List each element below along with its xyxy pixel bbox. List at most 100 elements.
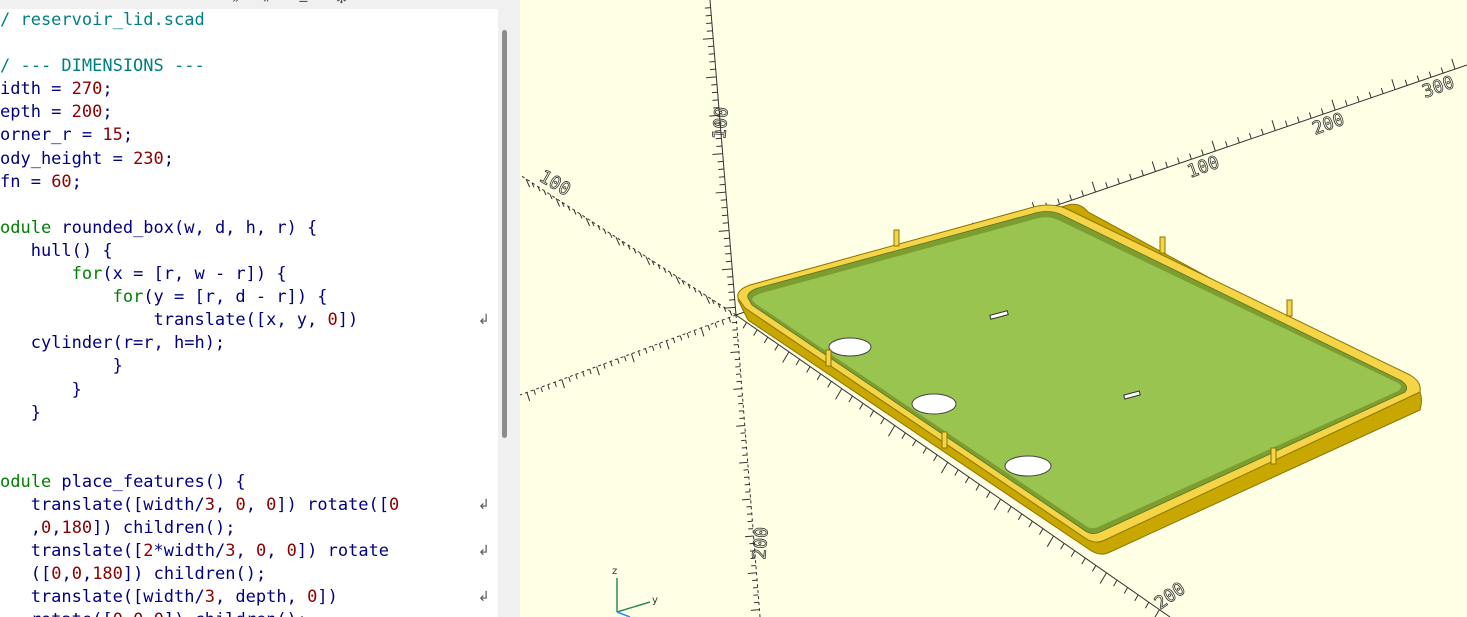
code-token: , bbox=[0, 518, 41, 539]
neg-y-axis-tick bbox=[672, 338, 676, 344]
settings-icon[interactable]: ✻ bbox=[336, 0, 347, 7]
code-token: translate([width/ bbox=[0, 587, 205, 608]
y-axis-tick bbox=[922, 447, 927, 454]
x-axis-tick bbox=[1117, 178, 1120, 185]
x-axis-tick bbox=[1296, 116, 1300, 123]
neg-z-axis-line bbox=[735, 314, 761, 617]
neg-y-axis-tick bbox=[568, 376, 571, 382]
code-line[interactable] bbox=[0, 425, 498, 448]
3d-viewport[interactable]: 100 200 300 200 100 200 100 z y bbox=[520, 0, 1467, 617]
x-axis-tick bbox=[1391, 79, 1396, 90]
code-editor[interactable]: » ⇥ ≡ ✻ / reservoir_lid.scad / --- DIMENS… bbox=[0, 0, 498, 617]
code-line[interactable]: hull() { bbox=[0, 240, 498, 263]
neg-x-axis-tick bbox=[639, 252, 643, 258]
code-line[interactable]: / reservoir_lid.scad bbox=[0, 9, 498, 32]
code-token: } bbox=[0, 379, 82, 400]
unindent-icon[interactable]: ⇥ bbox=[258, 0, 269, 7]
x-axis-tick bbox=[1271, 120, 1276, 131]
code-token: translate([width/ bbox=[0, 494, 205, 515]
x-axis-tick bbox=[1344, 100, 1348, 107]
neg-y-axis-tick bbox=[589, 369, 592, 375]
code-token: ody_height = bbox=[0, 148, 134, 169]
code-line[interactable]: ,0,180]) children(); bbox=[0, 517, 498, 540]
z-axis-line bbox=[709, 0, 737, 316]
y-axis-tick bbox=[1070, 550, 1076, 557]
code-line[interactable]: odule place_features() { bbox=[0, 471, 498, 494]
code-line[interactable]: } bbox=[0, 355, 498, 378]
y-axis-tick bbox=[954, 469, 959, 476]
code-token: / --- DIMENSIONS --- bbox=[0, 56, 205, 77]
neg-x-axis-tick bbox=[705, 295, 711, 304]
y-axis-tick bbox=[1113, 579, 1118, 587]
format-icon[interactable]: ≡ bbox=[298, 0, 309, 7]
y-axis-tick bbox=[1039, 528, 1044, 535]
code-line[interactable]: fn = 60; bbox=[0, 171, 498, 194]
neg-z-axis-tick bbox=[736, 424, 745, 427]
code-line[interactable] bbox=[0, 448, 498, 471]
code-line[interactable]: translate([x, y, 0]) ↲ bbox=[0, 309, 498, 332]
code-line[interactable]: } bbox=[0, 379, 498, 402]
indent-icon[interactable]: » bbox=[232, 0, 240, 7]
code-token: 2 bbox=[143, 541, 154, 562]
y-axis-tick bbox=[1099, 572, 1107, 584]
code-token: 0 bbox=[51, 564, 62, 585]
code-line[interactable]: translate([width/3, 0, 0]) rotate([0 ↲ bbox=[0, 494, 498, 517]
code-token: 0 bbox=[235, 494, 246, 515]
code-line[interactable]: } bbox=[0, 402, 498, 425]
code-line[interactable]: ([0,0,180]) children(); bbox=[0, 563, 498, 586]
code-line[interactable]: odule rounded_box(w, d, h, r) { bbox=[0, 217, 498, 240]
code-token: 200 bbox=[71, 102, 103, 123]
code-token: / reservoir_lid.scad bbox=[0, 10, 205, 30]
code-token: , bbox=[51, 518, 62, 539]
code-token: ; bbox=[102, 102, 113, 123]
code-token: translate([x, y, bbox=[0, 310, 328, 331]
code-token: place_features() { bbox=[61, 471, 246, 492]
y-axis-tick bbox=[1028, 520, 1033, 528]
code-token: 180 bbox=[92, 564, 123, 585]
editor-scrollbar-thumb[interactable] bbox=[502, 30, 507, 438]
x-axis-tick bbox=[1308, 112, 1312, 119]
code-token: 0 bbox=[266, 494, 277, 515]
neg-y-axis-tick bbox=[728, 317, 732, 323]
neg-y-axis-tick bbox=[533, 389, 536, 395]
code-line[interactable]: / --- DIMENSIONS --- bbox=[0, 55, 498, 78]
y-axis-tick bbox=[975, 484, 980, 491]
code-token: , bbox=[235, 541, 256, 562]
clip-2 bbox=[1159, 236, 1166, 254]
clip-6 bbox=[1270, 447, 1277, 465]
code-text[interactable]: / reservoir_lid.scad / --- DIMENSIONS ---… bbox=[0, 9, 498, 617]
code-line[interactable]: for(y = [r, d - r]) { bbox=[0, 286, 498, 309]
code-line[interactable]: translate([width/3, depth, 0]) ↲ bbox=[0, 586, 498, 609]
code-line[interactable]: epth = 200; bbox=[0, 101, 498, 124]
y-axis-tick bbox=[940, 462, 949, 474]
code-token: , bbox=[81, 564, 93, 585]
code-token: 270 bbox=[71, 79, 103, 100]
y-axis-tick bbox=[806, 366, 811, 373]
code-token: ([ bbox=[0, 564, 52, 585]
neg-y-axis-tick bbox=[714, 322, 718, 328]
code-token: ]) children(); bbox=[122, 564, 267, 585]
code-token: rounded_box(w, d, h, r) { bbox=[61, 217, 318, 238]
neg-y-axis-tick bbox=[603, 363, 606, 369]
x-axis-tick bbox=[1105, 182, 1108, 189]
code-line[interactable]: for(x = [r, w - r]) { bbox=[0, 263, 498, 286]
neg-y-axis-tick bbox=[617, 358, 620, 364]
code-line[interactable]: orner_r = 15; bbox=[0, 124, 498, 147]
x-tick-label-200: 200 bbox=[1310, 109, 1348, 140]
code-line[interactable]: translate([2*width/3, 0, 0]) rotate ↲ bbox=[0, 540, 498, 563]
code-line[interactable] bbox=[0, 194, 498, 217]
code-line[interactable]: rotate([0,0,0]) children(); bbox=[0, 609, 498, 617]
code-line[interactable] bbox=[0, 32, 498, 55]
x-axis-tick bbox=[1211, 140, 1216, 152]
code-token: , bbox=[266, 541, 287, 562]
code-line[interactable]: idth = 270; bbox=[0, 78, 498, 101]
neg-y-axis-tick bbox=[561, 379, 565, 389]
code-line[interactable]: cylinder(r=r, h=h); bbox=[0, 332, 498, 355]
code-token: (y = [r, d - r]) { bbox=[143, 287, 328, 308]
z-tick-label-100: 100 bbox=[709, 106, 733, 140]
code-line[interactable]: ody_height = 230; bbox=[0, 148, 498, 171]
z-axis-tick bbox=[725, 306, 736, 309]
gizmo-y-line bbox=[616, 601, 651, 613]
code-token: odule bbox=[0, 471, 62, 492]
